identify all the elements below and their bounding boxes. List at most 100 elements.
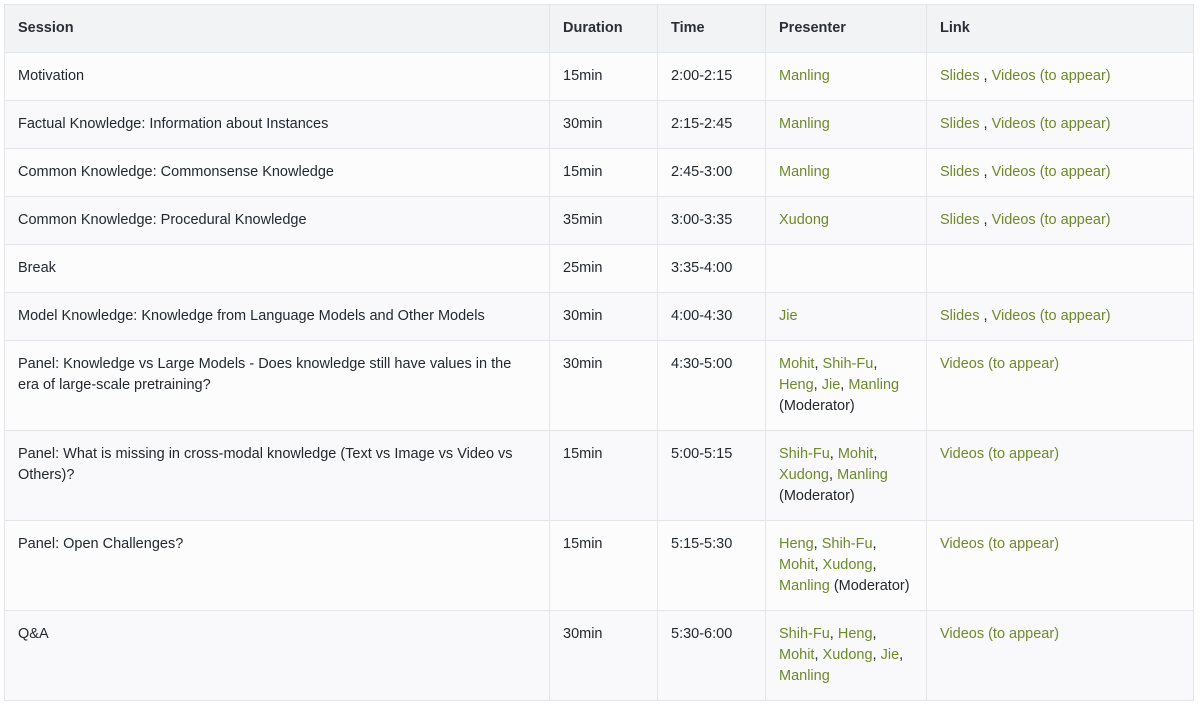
comma-separator: ,: [872, 647, 881, 663]
session-cell: Common Knowledge: Commonsense Knowledge: [4, 148, 550, 197]
videos-link[interactable]: Videos (to appear): [992, 308, 1111, 324]
presenter-link[interactable]: Xudong: [779, 467, 829, 483]
slides-link[interactable]: Slides: [940, 212, 980, 228]
videos-link[interactable]: Videos (to appear): [992, 212, 1111, 228]
presenter-link[interactable]: Heng: [838, 626, 873, 642]
session-cell: Motivation: [4, 52, 550, 101]
header-session: Session: [4, 4, 550, 53]
link-cell: Slides , Videos (to appear): [926, 52, 1194, 101]
presenter-link[interactable]: Jie: [822, 377, 841, 393]
session-cell: Factual Knowledge: Information about Ins…: [4, 100, 550, 149]
table-header: Session Duration Time Presenter Link: [4, 4, 1194, 53]
comma-separator: ,: [979, 212, 992, 228]
header-link: Link: [926, 4, 1194, 53]
table-row: Common Knowledge: Commonsense Knowledge 1…: [4, 148, 1194, 197]
comma-separator: ,: [814, 557, 823, 573]
presenter-link[interactable]: Xudong: [823, 557, 873, 573]
link-cell: Videos (to appear): [926, 610, 1194, 701]
presenter-link[interactable]: Mohit: [779, 557, 814, 573]
time-cell: 2:45-3:00: [657, 148, 766, 197]
presenter-link[interactable]: Heng: [779, 377, 814, 393]
presenter-cell: Manling: [765, 148, 927, 197]
slides-link[interactable]: Slides: [940, 116, 980, 132]
videos-link[interactable]: Videos (to appear): [992, 164, 1111, 180]
presenter-link[interactable]: Manling: [779, 164, 830, 180]
videos-link[interactable]: Videos (to appear): [940, 536, 1059, 552]
comma-separator: ,: [872, 557, 877, 573]
slides-link[interactable]: Slides: [940, 68, 980, 84]
presenter-link[interactable]: Xudong: [823, 647, 873, 663]
moderator-note: (Moderator): [779, 398, 855, 414]
comma-separator: ,: [829, 446, 838, 462]
presenter-cell: [765, 244, 927, 293]
videos-link[interactable]: Videos (to appear): [992, 68, 1111, 84]
comma-separator: ,: [872, 626, 877, 642]
comma-separator: ,: [979, 308, 992, 324]
presenter-link[interactable]: Shih-Fu: [779, 446, 830, 462]
presenter-link[interactable]: Manling: [779, 668, 830, 684]
comma-separator: ,: [979, 68, 992, 84]
presenter-link[interactable]: Mohit: [779, 647, 814, 663]
presenter-link[interactable]: Jie: [881, 647, 900, 663]
slides-link[interactable]: Slides: [940, 308, 980, 324]
link-cell: Videos (to appear): [926, 520, 1194, 611]
comma-separator: ,: [813, 536, 822, 552]
presenter-cell: Manling: [765, 52, 927, 101]
presenter-cell: Xudong: [765, 196, 927, 245]
table-row: Panel: Open Challenges? 15min 5:15-5:30 Hen…: [4, 520, 1194, 611]
presenter-link[interactable]: Manling: [848, 377, 899, 393]
videos-link[interactable]: Videos (to appear): [940, 626, 1059, 642]
videos-link[interactable]: Videos (to appear): [940, 446, 1059, 462]
slides-link[interactable]: Slides: [940, 164, 980, 180]
session-cell: Model Knowledge: Knowledge from Language…: [4, 292, 550, 341]
duration-cell: 35min: [549, 196, 658, 245]
header-duration: Duration: [549, 4, 658, 53]
time-cell: 3:35-4:00: [657, 244, 766, 293]
presenter-link[interactable]: Manling: [779, 578, 830, 594]
presenter-cell: Shih-Fu, Heng, Mohit, Xudong, Jie, Manli…: [765, 610, 927, 701]
link-cell: [926, 244, 1194, 293]
presenter-link[interactable]: Manling: [779, 68, 830, 84]
duration-cell: 15min: [549, 430, 658, 521]
time-cell: 4:00-4:30: [657, 292, 766, 341]
presenter-cell: Mohit, Shih-Fu, Heng, Jie, Manling (Mode…: [765, 340, 927, 431]
presenter-link[interactable]: Jie: [779, 308, 798, 324]
comma-separator: ,: [899, 647, 904, 663]
page-wrapper: Session Duration Time Presenter Link Mot…: [0, 0, 1200, 701]
comma-separator: ,: [814, 356, 823, 372]
presenter-link[interactable]: Heng: [779, 536, 814, 552]
presenter-link[interactable]: Manling: [837, 467, 888, 483]
time-cell: 4:30-5:00: [657, 340, 766, 431]
videos-link[interactable]: Videos (to appear): [940, 356, 1059, 372]
presenter-link[interactable]: Mohit: [838, 446, 873, 462]
duration-cell: 30min: [549, 610, 658, 701]
videos-link[interactable]: Videos (to appear): [992, 116, 1111, 132]
presenter-cell: Shih-Fu, Mohit, Xudong, Manling (Moderat…: [765, 430, 927, 521]
presenter-link[interactable]: Shih-Fu: [779, 626, 830, 642]
session-cell: Q&A: [4, 610, 550, 701]
link-cell: Videos (to appear): [926, 430, 1194, 521]
session-cell: Common Knowledge: Procedural Knowledge: [4, 196, 550, 245]
link-cell: Slides , Videos (to appear): [926, 148, 1194, 197]
session-cell: Break: [4, 244, 550, 293]
session-cell: Panel: What is missing in cross-modal kn…: [4, 430, 550, 521]
moderator-note: (Moderator): [779, 488, 855, 504]
presenter-cell: Jie: [765, 292, 927, 341]
comma-separator: ,: [813, 377, 822, 393]
comma-separator: ,: [873, 356, 878, 372]
moderator-note: (Moderator): [833, 578, 910, 594]
table-body: Motivation 15min 2:00-2:15 Manling Slides , …: [4, 52, 1194, 701]
time-cell: 3:00-3:35: [657, 196, 766, 245]
presenter-link[interactable]: Manling: [779, 116, 830, 132]
presenter-cell: Manling: [765, 100, 927, 149]
time-cell: 2:15-2:45: [657, 100, 766, 149]
presenter-link[interactable]: Shih-Fu: [823, 356, 874, 372]
header-presenter: Presenter: [765, 4, 927, 53]
schedule-table: Session Duration Time Presenter Link Mot…: [4, 4, 1194, 701]
table-row: Q&A 30min 5:30-6:00 Shih-Fu, Heng, Mohit, X…: [4, 610, 1194, 701]
table-row: Factual Knowledge: Information about Ins…: [4, 100, 1194, 149]
presenter-link[interactable]: Shih-Fu: [822, 536, 873, 552]
presenter-link[interactable]: Mohit: [779, 356, 814, 372]
table-row: Break 25min 3:35-4:00: [4, 244, 1194, 293]
presenter-link[interactable]: Xudong: [779, 212, 829, 228]
